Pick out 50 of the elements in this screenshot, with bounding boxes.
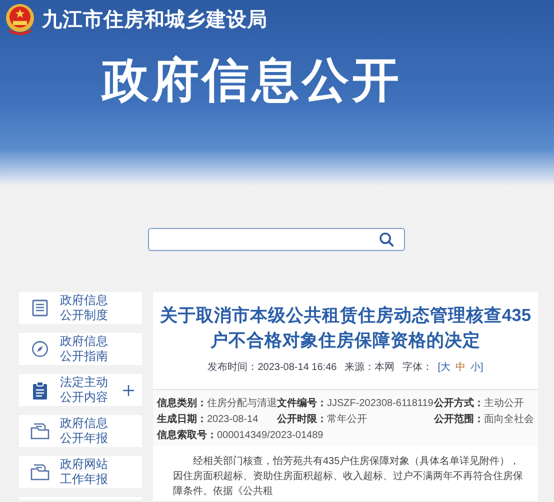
font-size-link[interactable]: 小] xyxy=(470,360,484,375)
meta-label: 发布时间： xyxy=(208,360,258,375)
info-label: 信息类别： xyxy=(157,396,207,411)
expand-icon[interactable] xyxy=(123,384,134,396)
info-label: 文件编号： xyxy=(277,396,327,411)
meta-label: 字体： xyxy=(402,360,433,375)
menu-label: 公开年报 xyxy=(60,431,109,446)
menu-label: 工作年报 xyxy=(60,472,109,487)
clipboard-icon xyxy=(32,380,48,400)
font-size-link[interactable]: 中 xyxy=(455,360,466,375)
menu-label: 政府信息 xyxy=(60,334,109,349)
compass-icon xyxy=(31,340,49,358)
meta-value: 2023-08-14 16:46 xyxy=(258,361,337,375)
menu-label: 法定主动 xyxy=(60,375,109,390)
sidebar-item[interactable]: 政府信息 公开年报 xyxy=(19,415,142,447)
info-value: 住房分配与清退 xyxy=(207,396,277,411)
info-label: 生成日期： xyxy=(157,412,207,427)
emblem-icon xyxy=(4,3,36,36)
info-label: 公开时限： xyxy=(277,412,327,427)
menu-label: 政府网站 xyxy=(60,457,109,472)
info-label: 公开方式： xyxy=(434,396,484,411)
info-value: 000014349/2023-01489 xyxy=(217,429,324,443)
menu-label: 公开指南 xyxy=(60,349,109,364)
sidebar-item[interactable]: 政府网站 工作年报 xyxy=(19,456,142,488)
info-label: 公开范围： xyxy=(434,412,484,427)
search-field[interactable] xyxy=(148,228,405,251)
info-value: 面向全社会 xyxy=(484,412,534,427)
info-value: 常年公开 xyxy=(327,412,367,427)
sidebar-item[interactable]: 法定主动 公开内容 xyxy=(19,374,142,406)
meta-value: 本网 xyxy=(374,360,395,375)
document-icon xyxy=(31,299,49,317)
info-value: 2023-08-14 xyxy=(207,413,258,427)
article-title: 关于取消市本级公共租赁住房动态管理核查435户不合格对象住房保障资格的决定 xyxy=(158,304,532,352)
menu-label: 政府信息 xyxy=(60,416,109,431)
folder-icon xyxy=(30,422,50,440)
meta-label: 来源： xyxy=(344,360,375,375)
sidebar-item[interactable]: 政府信息 公开指南 xyxy=(19,333,142,365)
font-size-link[interactable]: [大 xyxy=(438,360,450,375)
site-title: 九江市住房和城乡建设局 xyxy=(42,8,268,32)
menu-label: 政府信息 xyxy=(60,293,109,308)
folder-icon xyxy=(30,463,50,481)
sidebar-item[interactable]: 政府信息 公开制度 xyxy=(19,292,142,324)
info-label: 信息索取号： xyxy=(157,428,217,443)
info-value: 主动公开 xyxy=(484,396,524,411)
search-icon[interactable] xyxy=(379,232,394,247)
menu-label: 公开内容 xyxy=(60,390,109,405)
menu-label: 公开制度 xyxy=(60,308,109,323)
body-paragraph: 经相关部门核查，怡芳苑共有435户住房保障对象（具体名单详见附件），因住房面积超标、资助住房面积超标、收入超标、过户不满两年不再符合住房保障条件。依据《公共租 xyxy=(173,454,523,499)
banner-title: 政府信息公开 xyxy=(102,53,402,106)
info-value: JJSZF-202308-6118119 xyxy=(327,397,434,411)
